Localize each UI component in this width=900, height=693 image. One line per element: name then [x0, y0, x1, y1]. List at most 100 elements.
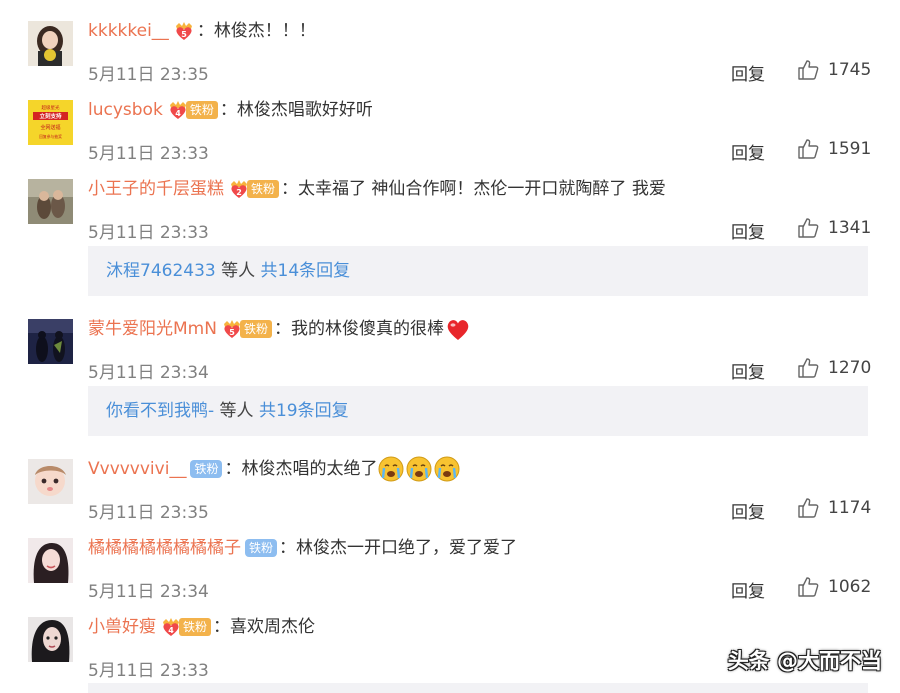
comment-text: 林俊杰！！！: [213, 21, 316, 41]
like-count: 1745: [828, 60, 872, 80]
comment-text: 林俊杰唱歌好好听: [236, 100, 373, 120]
comment-time: 5月11日 23:34: [88, 363, 209, 383]
like-count: 1591: [828, 139, 872, 159]
username-link[interactable]: lucysbok: [88, 97, 163, 123]
avatar[interactable]: [28, 319, 73, 364]
comment-item: 超级星光 立刻支持 全网送福 回复参与抽奖 lucysbok 4 铁粉 ： 林俊…: [0, 97, 900, 164]
crown-heart-icon: 2: [228, 179, 250, 199]
like-count: 1341: [828, 218, 872, 238]
fan-badge[interactable]: 4 铁粉: [167, 100, 218, 120]
comment-time: 5月11日 23:34: [88, 582, 209, 602]
more-replies-bar-partial: [88, 683, 868, 693]
crown-heart-icon: 5: [221, 319, 243, 339]
total-replies-link[interactable]: 共19条回复: [259, 401, 349, 421]
thumbs-up-icon: [798, 498, 819, 518]
fan-badge[interactable]: 4 铁粉: [160, 617, 212, 637]
colon: ：: [219, 100, 237, 120]
username-link[interactable]: 蒙牛爱阳光MmN: [88, 316, 217, 342]
username-link[interactable]: kkkkkei__: [88, 18, 169, 44]
comment-line: 小王子的千层蛋糕 2 铁粉 ： 太幸福了 神仙合作啊！杰伦一开口就陶醉了 我爱: [88, 176, 666, 202]
username-link[interactable]: Vvvvvvivi__: [88, 456, 186, 482]
reply-button[interactable]: 回复: [731, 358, 765, 383]
comment-time: 5月11日 23:33: [88, 144, 209, 164]
comment-line: 蒙牛爱阳光MmN 5 铁粉 ： 我的林俊傻真的很棒: [88, 316, 471, 342]
reply-button[interactable]: 回复: [731, 218, 765, 243]
avatar[interactable]: [28, 179, 73, 224]
crown-heart-icon: 4: [160, 617, 182, 637]
like-count: 1270: [828, 358, 872, 378]
colon: ：: [213, 617, 231, 637]
comment-item: 小王子的千层蛋糕 2 铁粉 ： 太幸福了 神仙合作啊！杰伦一开口就陶醉了 我爱 …: [0, 176, 900, 243]
thumbs-up-icon: [798, 139, 819, 159]
comment-time: 5月11日 23:35: [88, 503, 209, 523]
comment-line: Vvvvvvivi__ 铁粉 ： 林俊杰唱的太绝了: [88, 456, 462, 482]
thumbs-up-icon: [798, 577, 819, 597]
svg-text:全网送福: 全网送福: [40, 124, 60, 131]
avatar[interactable]: [28, 21, 73, 66]
like-button[interactable]: 1341: [797, 216, 871, 240]
more-replies-bar[interactable]: 你看不到我鸭- 等人 共19条回复: [88, 386, 868, 436]
fan-label: 铁粉: [247, 180, 280, 198]
comment-text: 太幸福了 神仙合作啊！杰伦一开口就陶醉了 我爱: [298, 179, 666, 199]
fan-badge[interactable]: 铁粉: [190, 459, 223, 479]
username-link[interactable]: 橘橘橘橘橘橘橘橘子: [88, 535, 241, 561]
comment-time: 5月11日 23:33: [88, 223, 209, 243]
comment-text: 林俊杰一开口绝了，爱了爱了: [296, 538, 518, 558]
thumbs-up-icon: [798, 218, 819, 238]
fan-badge[interactable]: 5 铁粉: [221, 319, 272, 339]
comment-time: 5月11日 23:35: [88, 65, 209, 85]
avatar[interactable]: 超级星光 立刻支持 全网送福 回复参与抽奖: [28, 100, 73, 145]
svg-text:回复参与抽奖: 回复参与抽奖: [39, 134, 62, 139]
svg-text:2: 2: [236, 188, 242, 197]
like-button[interactable]: 1591: [797, 137, 871, 161]
reply-button[interactable]: 回复: [731, 498, 765, 523]
comment-item: 蒙牛爱阳光MmN 5 铁粉 ： 我的林俊傻真的很棒 5月11日 23:34 回复…: [0, 316, 900, 383]
vip-level-badge[interactable]: 5: [173, 21, 195, 41]
comment-text: 林俊杰唱的太绝了: [241, 459, 378, 479]
more-replies-bar[interactable]: 沐程7462433 等人 共14条回复: [88, 246, 868, 296]
reply-users-link[interactable]: 沐程7462433: [106, 261, 216, 281]
red-heart-emoji-icon: [445, 317, 471, 341]
avatar[interactable]: [28, 459, 73, 504]
comment-line: 小兽好瘦 4 铁粉 ： 喜欢周杰伦: [88, 614, 315, 640]
like-button[interactable]: 1270: [797, 356, 871, 380]
comment-line: kkkkkei__ 5 ： 林俊杰！！！: [88, 18, 316, 44]
total-replies-link[interactable]: 共14条回复: [261, 261, 351, 281]
like-count: 1062: [828, 577, 872, 597]
comment-line: 橘橘橘橘橘橘橘橘子 铁粉 ： 林俊杰一开口绝了，爱了爱了: [88, 535, 517, 561]
and-others-text: 等人: [214, 401, 259, 421]
fan-label: 铁粉: [239, 320, 272, 338]
colon: ：: [224, 459, 242, 479]
svg-text:4: 4: [168, 626, 174, 635]
crown-heart-icon: 4: [167, 100, 189, 120]
svg-text:超级星光: 超级星光: [42, 104, 60, 111]
comment-time: 5月11日 23:33: [88, 661, 209, 681]
username-link[interactable]: 小兽好瘦: [88, 614, 156, 640]
comment-line: lucysbok 4 铁粉 ： 林俊杰唱歌好好听: [88, 97, 373, 123]
reply-button[interactable]: 回复: [731, 577, 765, 602]
watermark: 头条 @大而不当: [727, 649, 882, 673]
fan-badge[interactable]: 铁粉: [245, 538, 278, 558]
like-button[interactable]: 1174: [797, 496, 871, 520]
colon: ：: [281, 179, 299, 199]
reply-users-link[interactable]: 你看不到我鸭-: [106, 401, 214, 421]
avatar[interactable]: [28, 538, 73, 583]
comment-text: 喜欢周杰伦: [230, 617, 316, 637]
comment-item: kkkkkei__ 5 ： 林俊杰！！！ 5月11日 23:35 回复 1745: [0, 18, 900, 85]
comment-text: 我的林俊傻真的很棒: [290, 319, 444, 339]
comment-item: 橘橘橘橘橘橘橘橘子 铁粉 ： 林俊杰一开口绝了，爱了爱了 5月11日 23:34…: [0, 535, 900, 602]
colon: ：: [279, 538, 297, 558]
and-others-text: 等人: [215, 261, 261, 281]
username-link[interactable]: 小王子的千层蛋糕: [88, 176, 224, 202]
avatar[interactable]: [28, 617, 73, 662]
svg-text:立刻支持: 立刻支持: [39, 112, 62, 120]
reply-button[interactable]: 回复: [731, 60, 765, 85]
fan-label: 铁粉: [179, 618, 212, 636]
like-button[interactable]: 1062: [797, 575, 871, 599]
reply-button[interactable]: 回复: [731, 139, 765, 164]
fan-badge[interactable]: 2 铁粉: [228, 179, 280, 199]
crown-heart-icon: 5: [173, 21, 195, 41]
fan-label: 铁粉: [245, 539, 278, 557]
like-button[interactable]: 1745: [797, 58, 871, 82]
svg-text:4: 4: [175, 109, 181, 118]
